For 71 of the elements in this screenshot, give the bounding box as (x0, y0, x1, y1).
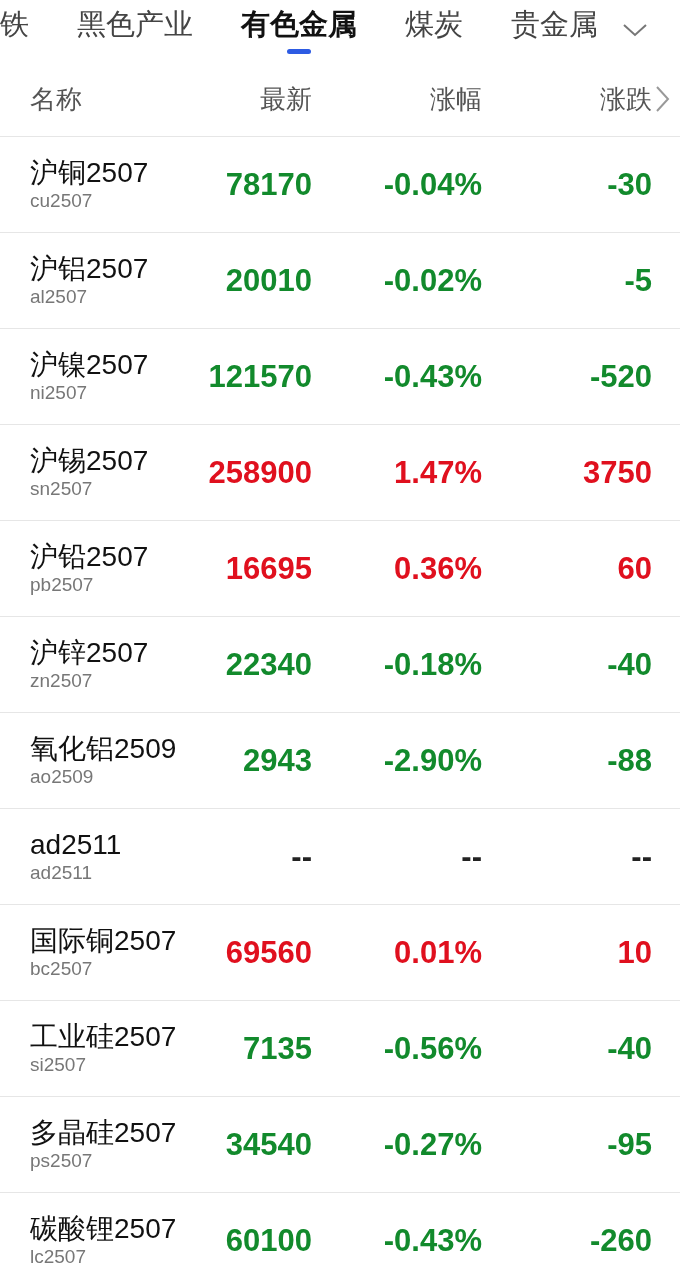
category-tab[interactable]: 铁 (0, 8, 29, 54)
change-percent: -0.56% (382, 1030, 482, 1067)
latest-price: 7135 (242, 1030, 312, 1067)
change-amount: -520 (588, 358, 652, 395)
latest-price: 2943 (242, 742, 312, 779)
contract-code: bc2507 (30, 956, 93, 981)
change-percent: -0.43% (382, 358, 482, 395)
chevron-down-icon[interactable] (622, 22, 648, 38)
column-header: 涨跌 (600, 82, 652, 116)
category-tab[interactable]: 黑色产业 (77, 8, 193, 54)
latest-price: 60100 (224, 1222, 312, 1259)
contract-name: 沪铝2507 (30, 252, 149, 285)
contract-code: lc2507 (30, 1244, 86, 1269)
latest-price: 78170 (224, 166, 312, 203)
contract-code: al2507 (30, 284, 88, 309)
change-amount: -- (630, 838, 652, 875)
contract-name: 氧化铝2509 (30, 732, 177, 765)
contract-name: 沪镍2507 (30, 348, 149, 381)
contract-name: 国际铜2507 (30, 924, 177, 957)
chevron-right-icon[interactable] (654, 84, 670, 114)
latest-price: 258900 (207, 454, 312, 491)
change-amount: 10 (616, 934, 652, 971)
contract-code: pb2507 (30, 572, 94, 597)
change-amount: -260 (588, 1222, 652, 1259)
change-percent: 0.01% (393, 934, 482, 971)
contract-code: ad2511 (30, 860, 92, 885)
change-percent: 1.47% (393, 454, 482, 491)
contract-code: zn2507 (30, 668, 93, 693)
contract-code: ao2509 (30, 764, 94, 789)
latest-price: 16695 (224, 550, 312, 587)
change-percent: -0.43% (382, 1222, 482, 1259)
contract-name: 沪铅2507 (30, 540, 149, 573)
category-tab[interactable]: 有色金属 (241, 8, 357, 54)
change-amount: 3750 (582, 454, 652, 491)
column-header: 名称 (30, 82, 83, 116)
change-percent: -- (460, 838, 482, 875)
contract-code: si2507 (30, 1052, 86, 1077)
category-tab[interactable]: 煤炭 (405, 8, 463, 54)
change-percent: -0.04% (382, 166, 482, 203)
change-amount: -5 (623, 262, 652, 299)
latest-price: -- (290, 838, 312, 875)
latest-price: 121570 (207, 358, 312, 395)
change-amount: -95 (606, 1126, 652, 1163)
change-percent: 0.36% (393, 550, 482, 587)
contract-name: 多晶硅2507 (30, 1116, 177, 1149)
contract-code: ni2507 (30, 380, 88, 405)
change-amount: 60 (616, 550, 652, 587)
change-amount: -30 (606, 166, 652, 203)
change-percent: -0.02% (382, 262, 482, 299)
contract-name: ad2511 (30, 828, 122, 861)
latest-price: 69560 (224, 934, 312, 971)
column-header: 涨幅 (429, 82, 482, 116)
contract-code: ps2507 (30, 1148, 93, 1173)
latest-price: 22340 (224, 646, 312, 683)
contract-name: 工业硅2507 (30, 1020, 177, 1053)
latest-price: 20010 (224, 262, 312, 299)
change-amount: -40 (606, 1030, 652, 1067)
change-amount: -40 (606, 646, 652, 683)
contract-name: 碳酸锂2507 (30, 1212, 177, 1245)
contract-name: 沪锡2507 (30, 444, 149, 477)
change-percent: -2.90% (382, 742, 482, 779)
change-percent: -0.27% (382, 1126, 482, 1163)
latest-price: 34540 (224, 1126, 312, 1163)
contract-code: cu2507 (30, 188, 93, 213)
category-tab[interactable]: 贵金属 (511, 8, 598, 54)
contract-code: sn2507 (30, 476, 93, 501)
contract-name: 沪锌2507 (30, 636, 149, 669)
column-header: 最新 (259, 82, 312, 116)
contract-name: 沪铜2507 (30, 156, 149, 189)
change-amount: -88 (606, 742, 652, 779)
change-percent: -0.18% (382, 646, 482, 683)
